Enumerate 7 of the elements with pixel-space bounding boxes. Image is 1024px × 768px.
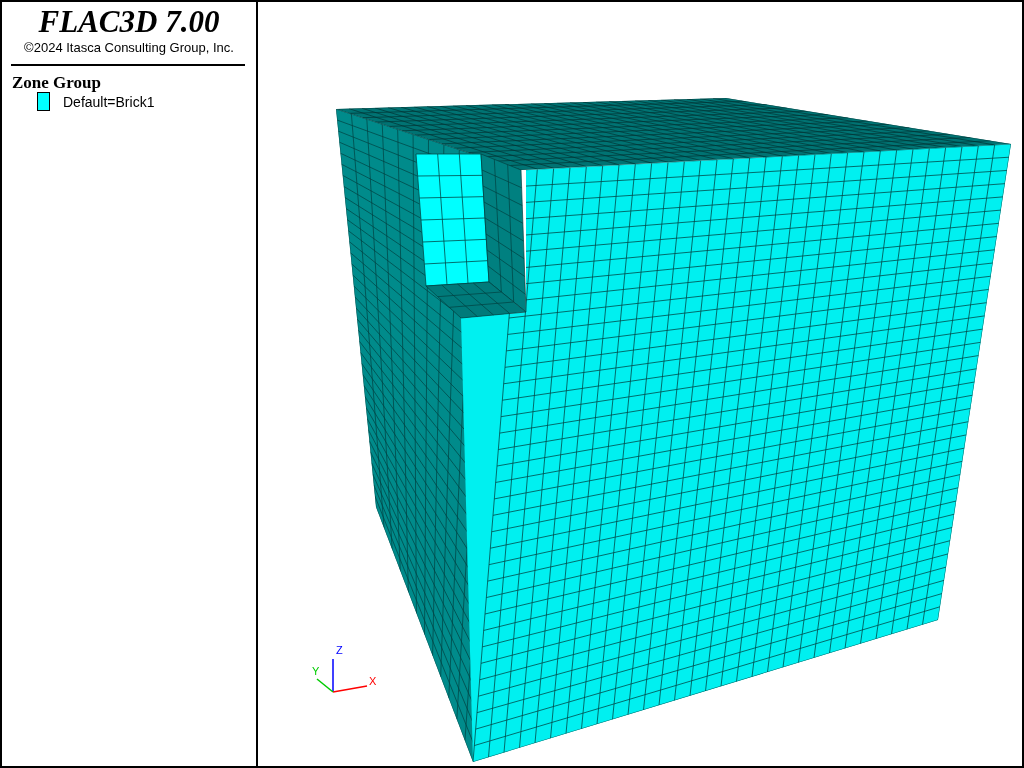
legend-label: Default=Brick1 — [63, 93, 155, 110]
app-title: FLAC3D 7.00 — [38, 4, 220, 40]
axis-label: Z — [336, 644, 343, 656]
legend-title: Zone Group — [12, 74, 101, 92]
copyright-text: ©2024 Itasca Consulting Group, Inc. — [24, 40, 234, 56]
axis-label: X — [369, 675, 377, 687]
axis-label: Y — [312, 665, 320, 677]
